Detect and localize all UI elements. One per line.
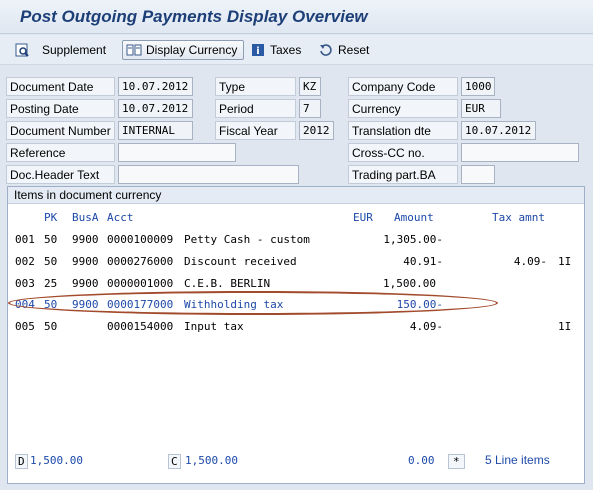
- currency-label: Currency: [348, 99, 458, 118]
- account-number: 0000154000: [107, 320, 174, 333]
- posting-key: 25: [44, 277, 58, 290]
- line-number: 005: [15, 320, 35, 333]
- company-code-field[interactable]: 1000: [461, 77, 495, 96]
- doc-header-text-label: Doc.Header Text: [6, 165, 115, 184]
- debit-total: 1,500.00: [30, 454, 83, 467]
- fiscal-year-field[interactable]: 2012: [299, 121, 334, 140]
- doc-header-text-field[interactable]: [118, 165, 299, 184]
- balance-status: *: [448, 454, 465, 469]
- line-text: Input tax: [184, 320, 244, 333]
- business-area: 9900: [72, 277, 99, 290]
- trading-part-field[interactable]: [461, 165, 495, 184]
- reference-field[interactable]: [118, 143, 236, 162]
- line-amount: 1,500.00: [383, 277, 436, 290]
- col-header-pk: PK: [44, 211, 58, 224]
- cross-cc-label: Cross-CC no.: [348, 143, 458, 162]
- reset-icon: [318, 42, 334, 58]
- supplement-button[interactable]: Supplement: [14, 40, 106, 60]
- line-tax-amount: 4.09-: [513, 255, 547, 268]
- line-number: 001: [15, 233, 35, 246]
- col-header-busa: BusA: [72, 211, 99, 224]
- trading-part-label: Trading part.BA: [348, 165, 458, 184]
- title-bar: Post Outgoing Payments Display Overview: [0, 0, 593, 34]
- highlight-oval-annotation: [8, 291, 498, 315]
- document-date-label: Document Date: [6, 77, 115, 96]
- business-area: 9900: [72, 233, 99, 246]
- credit-indicator: C: [168, 454, 181, 469]
- business-area: 9900: [72, 255, 99, 268]
- type-field[interactable]: KZ: [299, 77, 321, 96]
- company-code-label: Company Code: [348, 77, 458, 96]
- line-tax-code: 1I: [558, 255, 572, 268]
- line-number: 003: [15, 277, 35, 290]
- translation-date-field[interactable]: 10.07.2012: [461, 121, 536, 140]
- items-table: Items in document currency PK BusA Acct …: [7, 186, 585, 484]
- type-label: Type: [215, 77, 296, 96]
- table-row[interactable]: 001 50 9900 0000100009 Petty Cash - cust…: [8, 233, 584, 253]
- period-field[interactable]: 7: [299, 99, 321, 118]
- posting-key: 50: [44, 320, 58, 333]
- line-items-count: 5 Line items: [485, 453, 550, 467]
- line-tax-code: 1I: [558, 320, 572, 333]
- line-text: Discount received: [184, 255, 297, 268]
- line-amount: 40.91-: [403, 255, 443, 268]
- posting-date-field[interactable]: 10.07.2012: [118, 99, 193, 118]
- document-number-field[interactable]: INTERNAL: [118, 121, 193, 140]
- taxes-label: Taxes: [270, 43, 302, 57]
- translation-date-label: Translation dte: [348, 121, 458, 140]
- col-header-acct: Acct: [107, 211, 134, 224]
- document-number-label: Document Number: [6, 121, 115, 140]
- taxes-button[interactable]: i Taxes: [250, 40, 301, 60]
- fiscal-year-label: Fiscal Year: [215, 121, 296, 140]
- items-title: Items in document currency: [8, 187, 584, 204]
- supplement-icon: [14, 42, 30, 58]
- col-header-amount: Amount: [394, 211, 434, 224]
- table-row[interactable]: 005 50 0000154000 Input tax 4.09- 1I: [8, 320, 584, 340]
- display-currency-label: Display Currency: [146, 43, 238, 57]
- application-toolbar: Supplement Display Currency i Taxes Rese…: [0, 35, 593, 65]
- account-number: 0000100009: [107, 233, 174, 246]
- line-number: 002: [15, 255, 35, 268]
- reference-label: Reference: [6, 143, 115, 162]
- supplement-label: Supplement: [42, 43, 107, 57]
- document-date-field[interactable]: 10.07.2012: [118, 77, 193, 96]
- debit-indicator: D: [15, 454, 28, 469]
- line-amount: 4.09-: [409, 320, 443, 333]
- currency-field[interactable]: EUR: [461, 99, 501, 118]
- document-header-form: Document Date 10.07.2012 Type KZ Company…: [0, 66, 593, 186]
- display-currency-icon: [126, 42, 142, 58]
- posting-key: 50: [44, 233, 58, 246]
- account-number: 0000001000: [107, 277, 174, 290]
- window-title: Post Outgoing Payments Display Overview: [20, 7, 368, 26]
- posting-key: 50: [44, 255, 58, 268]
- credit-total: 1,500.00: [185, 454, 238, 467]
- taxes-icon: i: [250, 42, 266, 58]
- line-text: C.E.B. BERLIN: [184, 277, 271, 290]
- line-text: Petty Cash - custom: [184, 233, 310, 246]
- cross-cc-field[interactable]: [461, 143, 579, 162]
- reset-label: Reset: [338, 43, 370, 57]
- display-currency-button[interactable]: Display Currency: [122, 40, 245, 60]
- line-amount: 1,305.00-: [383, 233, 443, 246]
- col-header-currency: EUR: [353, 211, 373, 224]
- balance-total: 0.00: [408, 454, 435, 467]
- col-header-tax-amount: Tax amnt: [492, 211, 545, 224]
- period-label: Period: [215, 99, 296, 118]
- table-row[interactable]: 002 50 9900 0000276000 Discount received…: [8, 255, 584, 275]
- reset-button[interactable]: Reset: [318, 40, 369, 60]
- posting-date-label: Posting Date: [6, 99, 115, 118]
- account-number: 0000276000: [107, 255, 174, 268]
- svg-text:i: i: [256, 46, 259, 57]
